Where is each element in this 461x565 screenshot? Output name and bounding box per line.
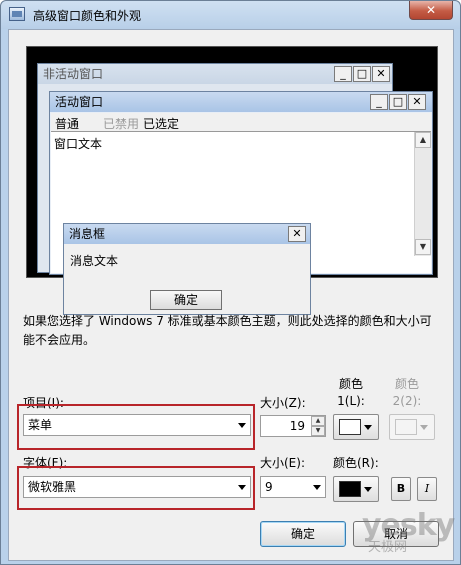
font-size-label: 大小(E): (260, 456, 305, 470)
font-size-select[interactable]: 9 (260, 476, 326, 498)
chevron-down-icon (420, 425, 428, 430)
minimize-icon: _ (370, 94, 388, 110)
dialog-window: 高级窗口颜色和外观 ✕ 非活动窗口 _ □ ✕ 活动窗口 _ □ ✕ 普通 已禁… (0, 0, 461, 565)
close-icon: ✕ (408, 94, 426, 110)
chevron-down-icon (238, 485, 246, 490)
close-icon: ✕ (288, 226, 306, 242)
item-size-label: 大小(Z): (260, 396, 306, 410)
maximize-icon: □ (353, 66, 371, 82)
color2-picker[interactable] (389, 414, 435, 440)
font-label: 字体(F): (23, 456, 68, 470)
scroll-up-icon: ▲ (415, 132, 431, 148)
chevron-down-icon (364, 425, 372, 430)
preview-menu-bar[interactable]: 普通 已禁用 已选定 (51, 113, 431, 131)
font-select[interactable]: 微软雅黑 (23, 476, 251, 498)
spin-down-icon[interactable]: ▼ (311, 426, 325, 436)
ok-button[interactable]: 确定 (260, 521, 346, 547)
italic-button[interactable]: I (417, 477, 437, 501)
maximize-icon: □ (389, 94, 407, 110)
message-text: 消息文本 (70, 254, 119, 268)
color2-label: 颜色 2(2): (392, 377, 422, 408)
dialog-client-area: 非活动窗口 _ □ ✕ 活动窗口 _ □ ✕ 普通 已禁用 已选定 窗口文本 ▲… (8, 29, 454, 561)
message-box-title: 消息框 (64, 224, 310, 244)
yesky-watermark-subtext: 天极网 (368, 540, 408, 555)
menu-item-disabled[interactable]: 已禁用 (103, 115, 139, 132)
theme-warning-text: 如果您选择了 Windows 7 标准或基本颜色主题，则此处选择的颜色和大小可能… (23, 314, 432, 347)
item-select[interactable]: 菜单 (23, 414, 251, 436)
appearance-preview[interactable]: 非活动窗口 _ □ ✕ 活动窗口 _ □ ✕ 普通 已禁用 已选定 窗口文本 ▲… (26, 46, 438, 315)
close-button[interactable]: ✕ (409, 1, 453, 20)
font-size-value: 9 (265, 480, 273, 494)
window-text: 窗口文本 (54, 137, 103, 151)
window-title: 高级窗口颜色和外观 (33, 9, 142, 23)
scroll-down-icon: ▼ (415, 239, 431, 255)
chevron-down-icon (313, 485, 321, 490)
preview-scrollbar[interactable]: ▲ ▼ (414, 132, 431, 256)
menu-item-selected[interactable]: 已选定 (143, 115, 179, 132)
font-select-value: 微软雅黑 (28, 480, 77, 494)
minimize-icon: _ (334, 66, 352, 82)
font-color-picker[interactable] (333, 476, 379, 502)
preview-ok-button[interactable]: 确定 (150, 290, 222, 310)
color2-swatch (395, 419, 417, 435)
spin-up-icon[interactable]: ▲ (311, 416, 325, 426)
app-appearance-icon (9, 7, 25, 21)
color1-picker[interactable] (333, 414, 379, 440)
menu-item-normal[interactable]: 普通 (55, 115, 79, 132)
chevron-down-icon (364, 487, 372, 492)
font-color-label: 颜色(R): (333, 456, 379, 470)
chevron-down-icon (238, 423, 246, 428)
title-bar[interactable]: 高级窗口颜色和外观 ✕ (1, 1, 460, 29)
font-color-swatch (339, 481, 361, 497)
preview-message-box[interactable]: 消息框 ✕ 消息文本 确定 (63, 223, 311, 315)
close-icon: ✕ (372, 66, 390, 82)
item-label: 项目(I): (23, 396, 64, 410)
bold-button[interactable]: B (391, 477, 411, 501)
item-select-value: 菜单 (28, 418, 53, 432)
color1-label: 颜色 1(L): (337, 377, 365, 408)
color1-swatch (339, 419, 361, 435)
